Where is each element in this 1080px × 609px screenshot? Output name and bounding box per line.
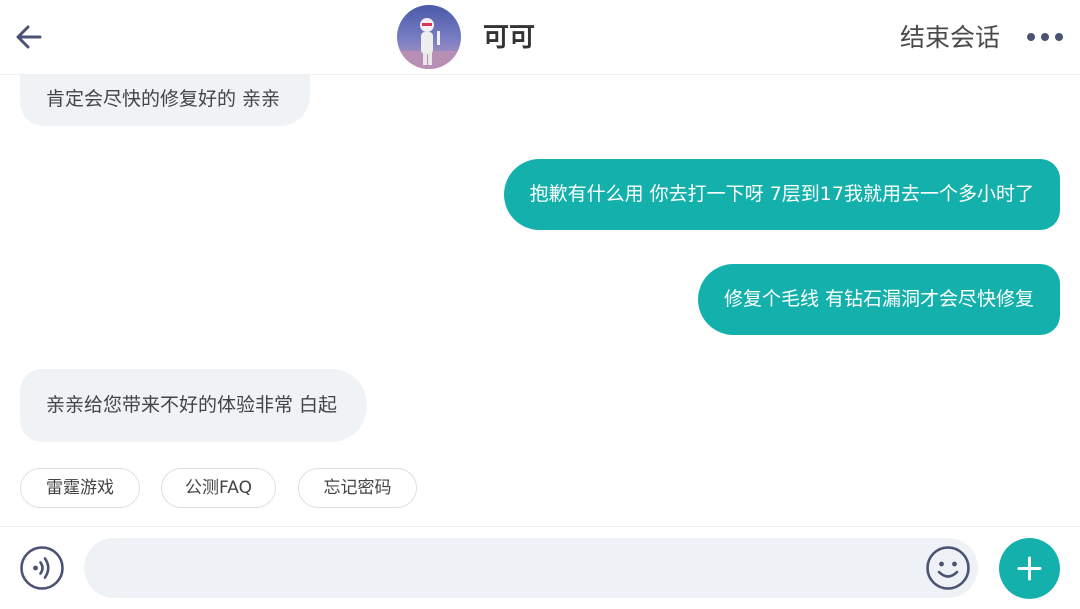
message-bubble-incoming[interactable]: 亲亲给您带来不好的体验非常 白起 [20, 369, 368, 442]
plus-icon [1017, 556, 1042, 581]
message-input[interactable] [84, 538, 978, 598]
message-bubble-outgoing[interactable]: 修复个毛线 有钻石漏洞才会尽快修复 [697, 264, 1060, 335]
voice-icon[interactable] [19, 545, 65, 591]
avatar[interactable] [397, 5, 461, 69]
quick-reply-leiting-games[interactable]: 雷霆游戏 [20, 468, 140, 508]
avatar-image [397, 5, 461, 69]
input-bar [0, 526, 1080, 609]
message-list[interactable]: 肯定会尽快的修复好的 亲亲 抱歉有什么用 你去打一下呀 7层到17我就用去一个多… [0, 74, 1080, 526]
more-dots-icon[interactable] [1026, 26, 1064, 48]
message-bubble-incoming[interactable]: 肯定会尽快的修复好的 亲亲 [20, 74, 311, 126]
quick-reply-forgot-password[interactable]: 忘记密码 [298, 468, 417, 508]
emoji-icon[interactable] [925, 545, 971, 591]
contact-name: 可可 [483, 23, 536, 53]
message-bubble-outgoing[interactable]: 抱歉有什么用 你去打一下呀 7层到17我就用去一个多小时了 [503, 159, 1060, 230]
end-session-button[interactable]: 结束会话 [900, 20, 1000, 56]
chat-header: 可可 结束会话 [0, 0, 1080, 75]
add-attachment-button[interactable] [999, 538, 1060, 599]
back-arrow-icon[interactable] [14, 22, 44, 52]
quick-reply-beta-faq[interactable]: 公测FAQ [161, 468, 276, 508]
